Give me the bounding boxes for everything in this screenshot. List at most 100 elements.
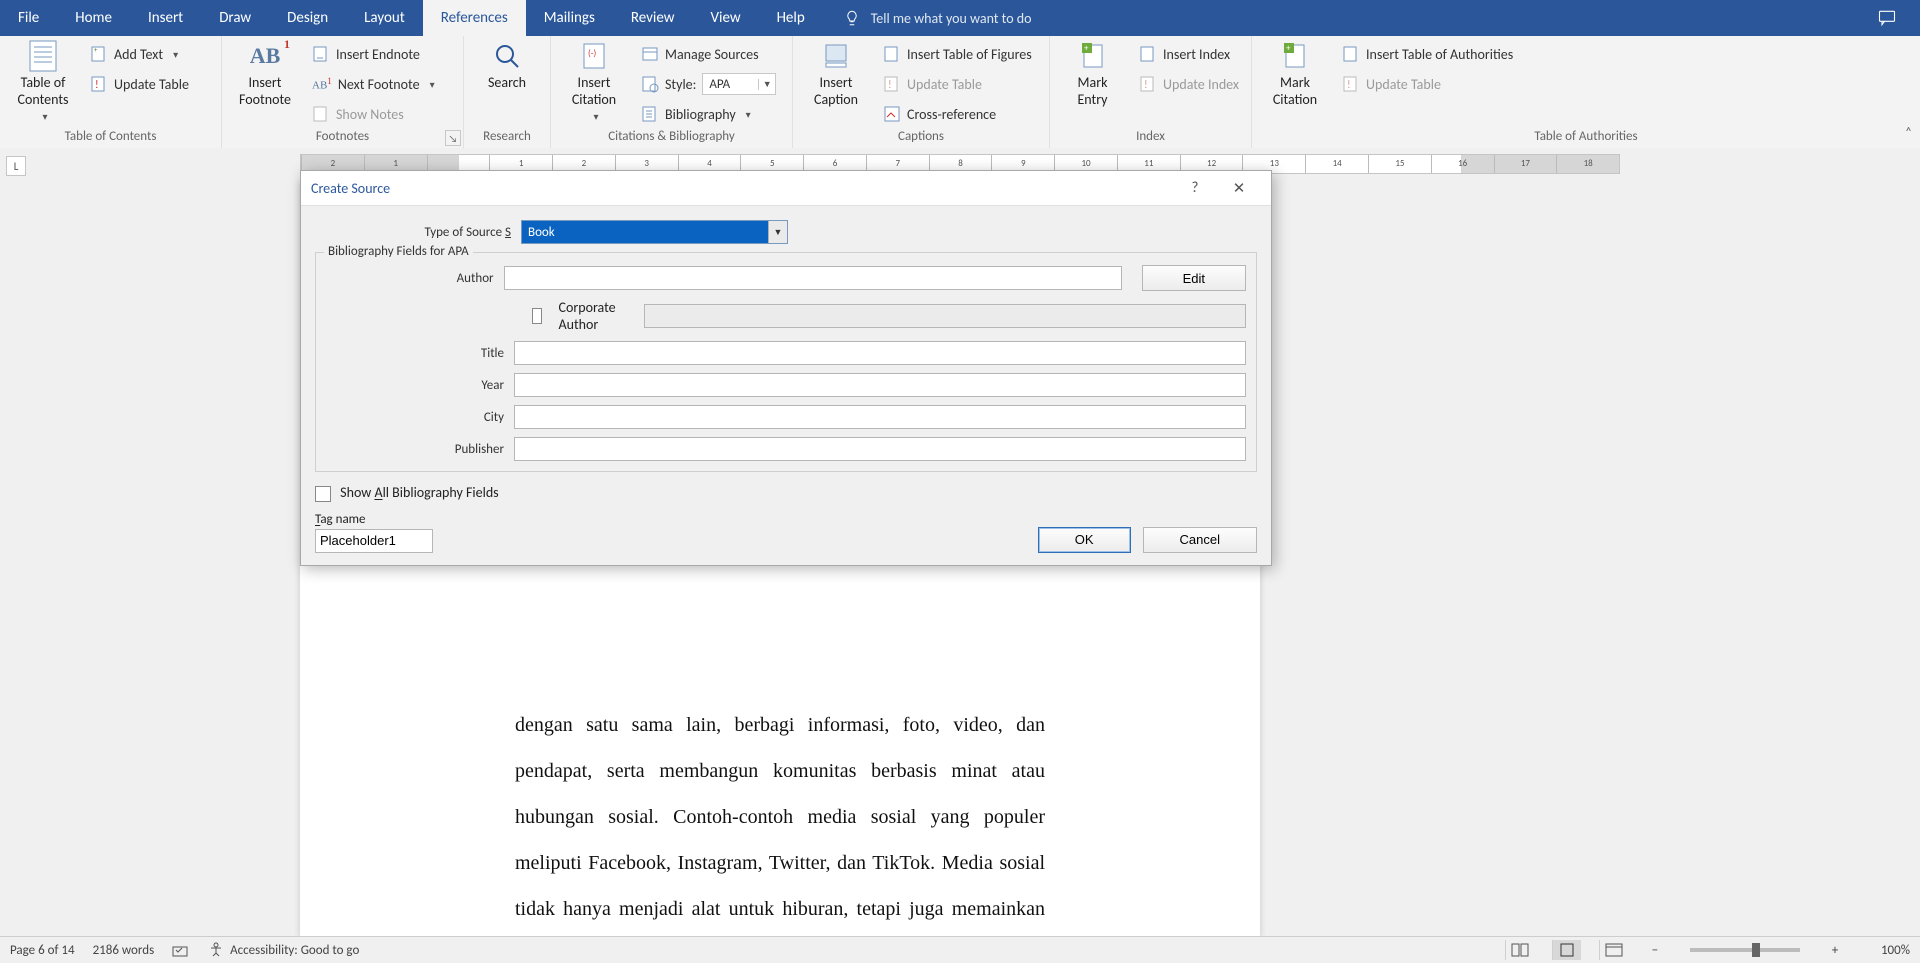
group-research-label: Research xyxy=(472,129,542,146)
mark-entry-button[interactable]: + Mark Entry xyxy=(1058,39,1127,109)
zoom-level[interactable]: 100% xyxy=(1862,943,1910,958)
update-toa-icon: ! xyxy=(1342,75,1360,93)
show-all-fields-label: Show All Bibliography Fields xyxy=(340,484,499,501)
tab-insert[interactable]: Insert xyxy=(130,0,201,36)
tab-review[interactable]: Review xyxy=(613,0,693,36)
insert-citation-label: Insert Citation xyxy=(572,75,616,109)
chevron-down-icon: ▼ xyxy=(758,79,775,90)
zoom-in-button[interactable]: + xyxy=(1826,943,1844,958)
collapse-ribbon-icon[interactable]: ˄ xyxy=(1905,125,1912,140)
insert-index-icon xyxy=(1139,45,1157,63)
corporate-author-checkbox[interactable] xyxy=(532,308,542,324)
search-button[interactable]: Search xyxy=(472,39,542,92)
tab-view[interactable]: View xyxy=(692,0,758,36)
zoom-out-button[interactable]: − xyxy=(1646,943,1664,958)
style-icon xyxy=(641,75,659,93)
accessibility-status[interactable]: Accessibility: Good to go xyxy=(208,942,359,958)
title-input[interactable] xyxy=(514,341,1246,365)
cross-reference-label: Cross-reference xyxy=(907,106,996,123)
tab-mailings[interactable]: Mailings xyxy=(526,0,613,36)
update-table-label: Update Table xyxy=(114,76,189,93)
tab-stop-selector[interactable]: L xyxy=(6,156,26,176)
edit-author-button[interactable]: Edit xyxy=(1142,265,1246,291)
update-toa-label: Update Table xyxy=(1366,76,1441,93)
tab-draw[interactable]: Draw xyxy=(201,0,269,36)
caption-icon xyxy=(819,39,853,73)
author-input[interactable] xyxy=(504,266,1122,290)
ruler-tick: 18 xyxy=(1556,155,1619,173)
read-mode-button[interactable] xyxy=(1505,940,1534,960)
insert-endnote-button[interactable]: Insert Endnote xyxy=(308,41,439,67)
spellcheck-icon[interactable] xyxy=(172,942,190,958)
zoom-thumb[interactable] xyxy=(1752,943,1760,957)
type-of-source-select[interactable]: Book ▼ xyxy=(521,220,788,244)
corporate-author-label: Corporate Author xyxy=(558,299,619,333)
tell-me-box[interactable]: Tell me what you want to do xyxy=(843,9,1032,27)
tab-help[interactable]: Help xyxy=(759,0,823,36)
insert-tof-button[interactable]: Insert Table of Figures xyxy=(879,41,1036,67)
ok-button[interactable]: OK xyxy=(1038,527,1131,553)
city-input[interactable] xyxy=(514,405,1246,429)
mark-citation-button[interactable]: + Mark Citation xyxy=(1260,39,1330,109)
help-icon[interactable]: ? xyxy=(1173,179,1217,197)
mark-citation-icon: + xyxy=(1278,39,1312,73)
tab-design[interactable]: Design xyxy=(269,0,346,36)
svg-text:!: ! xyxy=(1144,78,1148,91)
style-select[interactable]: APA ▼ xyxy=(702,73,776,95)
corporate-author-input xyxy=(644,304,1246,328)
page-status[interactable]: Page 6 of 14 xyxy=(10,943,75,958)
add-text-icon: + xyxy=(90,45,108,63)
group-toa: + Mark Citation Insert Table of Authorit… xyxy=(1252,36,1920,148)
publisher-input[interactable] xyxy=(514,437,1246,461)
show-all-fields-checkbox[interactable] xyxy=(315,486,331,502)
insert-toa-button[interactable]: Insert Table of Authorities xyxy=(1338,41,1517,67)
footnotes-launcher[interactable]: ↘ xyxy=(445,130,461,146)
word-count[interactable]: 2186 words xyxy=(93,943,155,958)
insert-tof-label: Insert Table of Figures xyxy=(907,46,1032,63)
web-layout-button[interactable] xyxy=(1599,940,1628,960)
zoom-slider[interactable] xyxy=(1690,948,1800,952)
close-icon[interactable]: ✕ xyxy=(1217,179,1261,198)
cancel-button[interactable]: Cancel xyxy=(1143,527,1257,553)
add-text-label: Add Text xyxy=(114,46,163,63)
insert-caption-button[interactable]: Insert Caption xyxy=(801,39,871,109)
captions-update-button[interactable]: ! Update Table xyxy=(879,71,1036,97)
bibliography-icon xyxy=(641,105,659,123)
mark-citation-label: Mark Citation xyxy=(1273,75,1317,109)
insert-footnote-label: Insert Footnote xyxy=(239,75,291,109)
update-table-button[interactable]: ! Update Table xyxy=(86,71,193,97)
lightbulb-icon xyxy=(843,9,861,27)
publisher-label: Publisher xyxy=(326,442,504,457)
group-research: Search Research xyxy=(464,36,551,148)
bibliography-button[interactable]: Bibliography xyxy=(637,101,780,127)
print-layout-button[interactable] xyxy=(1552,940,1581,960)
cross-reference-button[interactable]: Cross-reference xyxy=(879,101,1036,127)
group-footnotes: AB1 Insert Footnote Insert Endnote AB1 N… xyxy=(222,36,464,148)
table-of-contents-button[interactable]: Table of Contents xyxy=(8,39,78,123)
ruler-tick: 17 xyxy=(1494,155,1557,173)
insert-citation-button[interactable]: (-) Insert Citation xyxy=(559,39,629,123)
update-index-button[interactable]: ! Update Index xyxy=(1135,71,1243,97)
insert-footnote-button[interactable]: AB1 Insert Footnote xyxy=(230,39,300,109)
comments-button[interactable] xyxy=(1876,8,1920,28)
tab-file[interactable]: File xyxy=(0,0,57,36)
tag-name-input[interactable] xyxy=(315,529,433,553)
comment-icon xyxy=(1876,8,1898,28)
next-footnote-button[interactable]: AB1 Next Footnote xyxy=(308,71,439,97)
tab-references[interactable]: References xyxy=(423,0,526,36)
manage-sources-button[interactable]: Manage Sources xyxy=(637,41,780,67)
year-input[interactable] xyxy=(514,373,1246,397)
dialog-title-text: Create Source xyxy=(311,180,390,197)
svg-text:+: + xyxy=(94,45,98,54)
ruler-tick: 16 xyxy=(1431,155,1494,173)
tab-layout[interactable]: Layout xyxy=(346,0,423,36)
captions-update-label: Update Table xyxy=(907,76,982,93)
add-text-button[interactable]: + Add Text xyxy=(86,41,193,67)
update-table-icon: ! xyxy=(90,75,108,93)
insert-index-button[interactable]: Insert Index xyxy=(1135,41,1243,67)
search-icon xyxy=(490,39,524,73)
tab-home[interactable]: Home xyxy=(57,0,130,36)
show-notes-button[interactable]: Show Notes xyxy=(308,101,439,127)
insert-endnote-label: Insert Endnote xyxy=(336,46,420,63)
update-toa-button[interactable]: ! Update Table xyxy=(1338,71,1517,97)
